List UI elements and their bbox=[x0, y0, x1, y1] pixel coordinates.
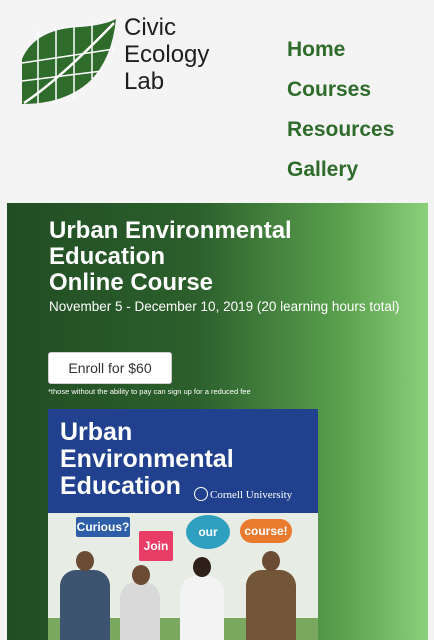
hero-title-line-2: Education bbox=[49, 243, 166, 270]
promo-title-line-2: Environmental bbox=[60, 445, 234, 473]
course-hero: Urban Environmental Education Online Cou… bbox=[7, 203, 428, 640]
logo-wordmark[interactable]: Civic Ecology Lab bbox=[124, 14, 209, 95]
enroll-button[interactable]: Enroll for $60 bbox=[48, 352, 172, 384]
cornell-seal-icon bbox=[194, 487, 208, 501]
sign-bubble-course: course! bbox=[240, 519, 292, 543]
person-figure bbox=[60, 570, 110, 640]
promo-title: Urban Environmental Education bbox=[60, 419, 234, 500]
promo-photo: Curious? Join our course! bbox=[48, 513, 318, 640]
promo-banner: Urban Environmental Education Cornell Un… bbox=[48, 409, 318, 513]
person-figure bbox=[180, 576, 224, 640]
institution-name: Cornell University bbox=[210, 489, 293, 501]
nav-courses-link[interactable]: Courses bbox=[287, 74, 394, 114]
course-dates: November 5 - December 10, 2019 (20 learn… bbox=[49, 299, 400, 314]
person-head bbox=[132, 565, 150, 585]
sign-bubble-join: Join bbox=[139, 531, 173, 561]
person-figure bbox=[120, 582, 160, 640]
sign-bubble-curious: Curious? bbox=[76, 517, 130, 537]
logo-line-2: Ecology bbox=[124, 41, 210, 68]
person-head bbox=[262, 551, 280, 571]
hero-title: Urban Environmental Education Online Cou… bbox=[49, 218, 409, 296]
hero-title-line-3: Online Course bbox=[49, 269, 214, 296]
reduced-fee-note: *those without the ability to pay can si… bbox=[48, 387, 251, 396]
sign-bubble-our: our bbox=[186, 515, 230, 549]
logo-line-1: Civic bbox=[124, 14, 176, 41]
leaf-logo-icon[interactable] bbox=[20, 19, 116, 104]
person-head bbox=[193, 557, 211, 577]
main-nav: Home Courses Resources Gallery bbox=[287, 34, 394, 194]
person-figure bbox=[246, 570, 296, 640]
nav-gallery-link[interactable]: Gallery bbox=[287, 154, 394, 194]
logo-line-3: Lab bbox=[124, 68, 165, 95]
promo-title-line-1: Urban bbox=[60, 418, 133, 446]
site-header: Civic Ecology Lab Home Courses Resources… bbox=[0, 0, 434, 202]
person-head bbox=[76, 551, 94, 571]
hero-title-line-1: Urban Environmental bbox=[49, 217, 292, 244]
nav-home-link[interactable]: Home bbox=[287, 34, 394, 74]
nav-resources-link[interactable]: Resources bbox=[287, 114, 394, 154]
course-promo-image: Urban Environmental Education Cornell Un… bbox=[48, 409, 318, 640]
